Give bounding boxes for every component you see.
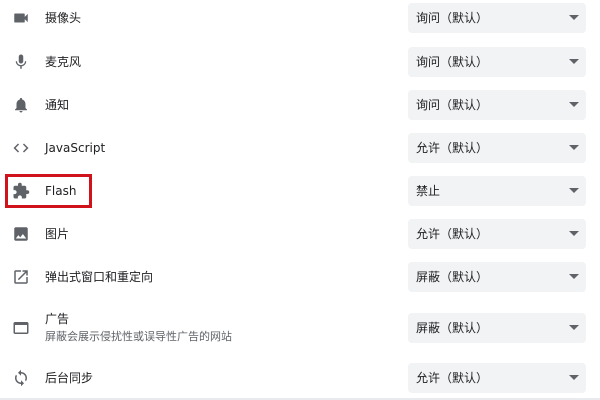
web-window-icon — [10, 317, 32, 339]
setting-label-notifications: 通知 — [45, 98, 70, 112]
microphone-permission-select[interactable]: 询问（默认） — [408, 47, 586, 77]
camera-permission-value: 询问（默认） — [416, 11, 489, 25]
background-sync-permission-value: 允许（默认） — [416, 371, 489, 385]
setting-row-notifications: 通知 询问（默认） — [0, 84, 600, 126]
setting-label-background-sync: 后台同步 — [45, 371, 94, 385]
setting-label-images: 图片 — [45, 227, 70, 241]
microphone-permission-value: 询问（默认） — [416, 55, 489, 69]
dropdown-arrow-icon — [569, 145, 579, 150]
popups-permission-select[interactable]: 屏蔽（默认） — [408, 262, 586, 292]
bell-icon — [10, 94, 32, 116]
camera-permission-select[interactable]: 询问（默认） — [408, 3, 586, 33]
dropdown-arrow-icon — [569, 59, 579, 64]
flash-permission-select[interactable]: 禁止 — [408, 176, 586, 206]
sync-icon — [10, 367, 32, 389]
code-icon — [10, 137, 32, 159]
setting-row-popups: 弹出式窗口和重定向 屏蔽（默认） — [0, 256, 600, 298]
mic-icon — [10, 51, 32, 73]
dropdown-arrow-icon — [569, 15, 579, 20]
videocam-icon — [10, 7, 32, 29]
setting-row-microphone: 麦克风 询问（默认） — [0, 41, 600, 83]
setting-label-popups: 弹出式窗口和重定向 — [45, 270, 154, 284]
setting-sublabel-ads: 屏蔽会展示侵扰性或误导性广告的网站 — [45, 330, 232, 343]
image-icon — [10, 223, 32, 245]
dropdown-arrow-icon — [569, 102, 579, 107]
setting-row-background-sync: 后台同步 允许（默认） — [0, 357, 600, 399]
ads-permission-select[interactable]: 屏蔽（默认） — [408, 313, 586, 343]
setting-row-camera: 摄像头 询问（默认） — [0, 0, 600, 39]
dropdown-arrow-icon — [569, 375, 579, 380]
javascript-permission-select[interactable]: 允许（默认） — [408, 133, 586, 163]
setting-row-images: 图片 允许（默认） — [0, 213, 600, 255]
popups-permission-value: 屏蔽（默认） — [416, 270, 489, 284]
flash-highlight-box — [5, 174, 92, 208]
images-permission-select[interactable]: 允许（默认） — [408, 219, 586, 249]
flash-permission-value: 禁止 — [416, 184, 441, 198]
dropdown-arrow-icon — [569, 325, 579, 330]
images-permission-value: 允许（默认） — [416, 227, 489, 241]
open-in-new-icon — [10, 266, 32, 288]
notifications-permission-value: 询问（默认） — [416, 98, 489, 112]
setting-label-microphone: 麦克风 — [45, 55, 82, 69]
setting-label-javascript: JavaScript — [45, 141, 106, 155]
setting-row-javascript: JavaScript 允许（默认） — [0, 127, 600, 169]
dropdown-arrow-icon — [569, 188, 579, 193]
setting-label-camera: 摄像头 — [45, 11, 82, 25]
dropdown-arrow-icon — [569, 274, 579, 279]
javascript-permission-value: 允许（默认） — [416, 141, 489, 155]
notifications-permission-select[interactable]: 询问（默认） — [408, 90, 586, 120]
ads-permission-value: 屏蔽（默认） — [416, 321, 489, 335]
dropdown-arrow-icon — [569, 231, 579, 236]
setting-row-ads: 广告 屏蔽会展示侵扰性或误导性广告的网站 屏蔽（默认） — [0, 304, 600, 352]
background-sync-permission-select[interactable]: 允许（默认） — [408, 363, 586, 393]
setting-label-ads: 广告 — [45, 312, 70, 326]
